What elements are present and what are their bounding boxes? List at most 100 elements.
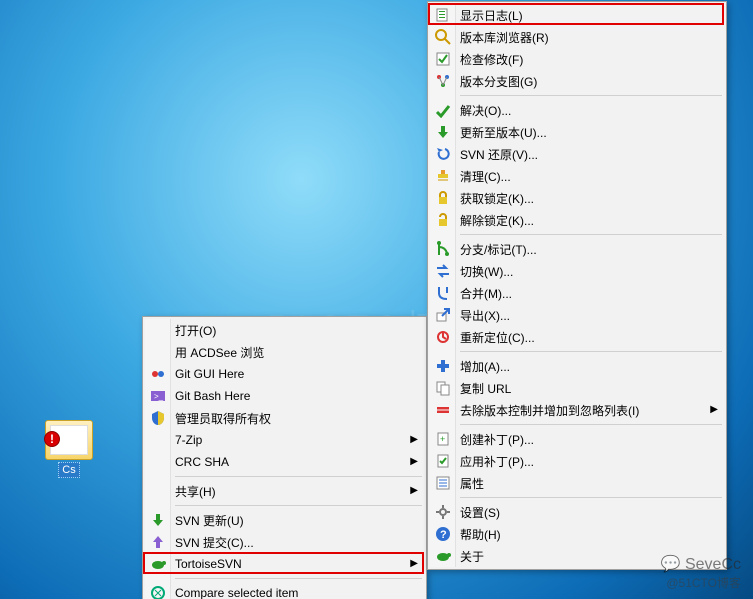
ctxmenu-tsvn[interactable]: TortoiseSVN ▶: [145, 553, 424, 575]
submenu-arrow-icon: ▶: [410, 558, 418, 569]
git-gui-icon: [150, 366, 166, 382]
blank-icon: [150, 322, 166, 338]
menu-item-label: 解决(O)...: [460, 102, 511, 119]
svn-modified-overlay-icon: !: [44, 431, 60, 447]
menu-item-label: 创建补丁(P)...: [460, 431, 534, 448]
tsvnmenu-settings[interactable]: 设置(S): [430, 501, 724, 523]
menu-item-label: Git GUI Here: [175, 367, 244, 381]
menu-item-label: 版本分支图(G): [460, 73, 537, 90]
add-icon: [435, 358, 451, 374]
tsvnmenu-cleanup[interactable]: 清理(C)...: [430, 165, 724, 187]
menu-item-label: 应用补丁(P)...: [460, 453, 534, 470]
blank-icon: [150, 344, 166, 360]
svg-text:?: ?: [440, 529, 447, 541]
switch-icon: [435, 263, 451, 279]
tsvnmenu-check[interactable]: 检查修改(F): [430, 48, 724, 70]
menu-separator: [460, 95, 722, 96]
menu-item-label: 获取锁定(K)...: [460, 190, 534, 207]
menu-item-label: 设置(S): [460, 504, 500, 521]
tsvnmenu-switch[interactable]: 切换(W)...: [430, 260, 724, 282]
tsvnmenu-copyurl[interactable]: 复制 URL: [430, 377, 724, 399]
tsvnmenu-resolve[interactable]: 解决(O)...: [430, 99, 724, 121]
menu-item-label: 去除版本控制并增加到忽略列表(I): [460, 402, 639, 419]
menu-separator: [175, 476, 422, 477]
git-bash-icon: >_: [150, 388, 166, 404]
settings-icon: [435, 504, 451, 520]
menu-separator: [460, 424, 722, 425]
lock-icon: [435, 190, 451, 206]
tsvnmenu-cpatch[interactable]: +创建补丁(P)...: [430, 428, 724, 450]
menu-item-label: SVN 更新(U): [175, 512, 244, 529]
svn-commit-icon: [150, 534, 166, 550]
branch-icon: [435, 241, 451, 257]
ctxmenu-acdsee[interactable]: 用 ACDSee 浏览: [145, 341, 424, 363]
copy-icon: [435, 380, 451, 396]
tsvnmenu-showlog[interactable]: 显示日志(L): [430, 4, 724, 26]
tsvnmenu-help[interactable]: ? 帮助(H): [430, 523, 724, 545]
ctxmenu-gitbash[interactable]: >_ Git Bash Here: [145, 385, 424, 407]
menu-item-label: Git Bash Here: [175, 389, 250, 403]
desktop-folder[interactable]: ! Cs: [40, 420, 98, 480]
tsvnmenu-add[interactable]: 增加(A)...: [430, 355, 724, 377]
menu-separator: [460, 351, 722, 352]
tsvnmenu-revert[interactable]: SVN 还原(V)...: [430, 143, 724, 165]
menu-item-label: 切换(W)...: [460, 263, 513, 280]
tsvnmenu-apatch[interactable]: 应用补丁(P)...: [430, 450, 724, 472]
tsvnmenu-export[interactable]: 导出(X)...: [430, 304, 724, 326]
menu-separator: [175, 505, 422, 506]
menu-item-label: 合并(M)...: [460, 285, 512, 302]
check-icon: [435, 51, 451, 67]
svn-update-icon: [150, 512, 166, 528]
menu-separator: [460, 234, 722, 235]
submenu-arrow-icon: ▶: [410, 434, 418, 445]
ctxmenu-svncommit[interactable]: SVN 提交(C)...: [145, 531, 424, 553]
tsvnmenu-props[interactable]: 属性: [430, 472, 724, 494]
menu-item-label: 检查修改(F): [460, 51, 523, 68]
tsvnmenu-update[interactable]: 更新至版本(U)...: [430, 121, 724, 143]
tsvnmenu-rellock[interactable]: 解除锁定(K)...: [430, 209, 724, 231]
folder-glyph-icon: !: [45, 420, 93, 460]
submenu-arrow-icon: ▶: [410, 456, 418, 467]
tsvnmenu-unversion[interactable]: 去除版本控制并增加到忽略列表(I) ▶: [430, 399, 724, 421]
menu-item-label: 管理员取得所有权: [175, 410, 271, 427]
ctxmenu-admin[interactable]: 管理员取得所有权: [145, 407, 424, 429]
watermark-sub: @51CTO博客: [661, 574, 741, 591]
cleanup-icon: [435, 168, 451, 184]
help-icon: ?: [435, 526, 451, 542]
shield-icon: [150, 410, 166, 426]
tsvnmenu-branch[interactable]: 分支/标记(T)...: [430, 238, 724, 260]
tsvnmenu-merge[interactable]: 合并(M)...: [430, 282, 724, 304]
export-icon: [435, 307, 451, 323]
menu-item-label: 更新至版本(U)...: [460, 124, 547, 141]
submenu-arrow-icon: ▶: [710, 404, 718, 415]
blank-icon: [150, 454, 166, 470]
menu-item-label: 帮助(H): [460, 526, 501, 543]
menu-item-label: 清理(C)...: [460, 168, 511, 185]
menu-item-label: 显示日志(L): [460, 7, 523, 24]
desktop: 51CTO博客 ! Cs 打开(O)用 ACDSee 浏览Git GUI Her…: [0, 0, 753, 599]
ctxmenu-open[interactable]: 打开(O): [145, 319, 424, 341]
ctxmenu-7zip[interactable]: 7-Zip▶: [145, 429, 424, 451]
svg-text:>_: >_: [154, 392, 164, 401]
ignore-icon: [435, 402, 451, 418]
menu-separator: [175, 578, 422, 579]
tsvnmenu-getlock[interactable]: 获取锁定(K)...: [430, 187, 724, 209]
about-icon: [435, 548, 451, 564]
menu-item-label: TortoiseSVN: [175, 557, 242, 571]
menu-item-label: 分支/标记(T)...: [460, 241, 537, 258]
ctxmenu-crcsha[interactable]: CRC SHA▶: [145, 451, 424, 473]
tsvnmenu-revgraph[interactable]: 版本分支图(G): [430, 70, 724, 92]
watermark-logo: 💬 SeveCc: [661, 554, 741, 574]
menu-item-label: SVN 还原(V)...: [460, 146, 538, 163]
relocate-icon: [435, 329, 451, 345]
menu-item-label: 重新定位(C)...: [460, 329, 535, 346]
menu-item-label: 增加(A)...: [460, 358, 510, 375]
ctxmenu-share[interactable]: 共享(H)▶: [145, 480, 424, 502]
blank-icon: [150, 432, 166, 448]
tsvnmenu-repo[interactable]: 版本库浏览器(R): [430, 26, 724, 48]
ctxmenu-compare[interactable]: Compare selected item: [145, 582, 424, 599]
menu-item-label: SVN 提交(C)...: [175, 534, 254, 551]
ctxmenu-svnupd[interactable]: SVN 更新(U): [145, 509, 424, 531]
ctxmenu-gitgui[interactable]: Git GUI Here: [145, 363, 424, 385]
tsvnmenu-relocate[interactable]: 重新定位(C)...: [430, 326, 724, 348]
